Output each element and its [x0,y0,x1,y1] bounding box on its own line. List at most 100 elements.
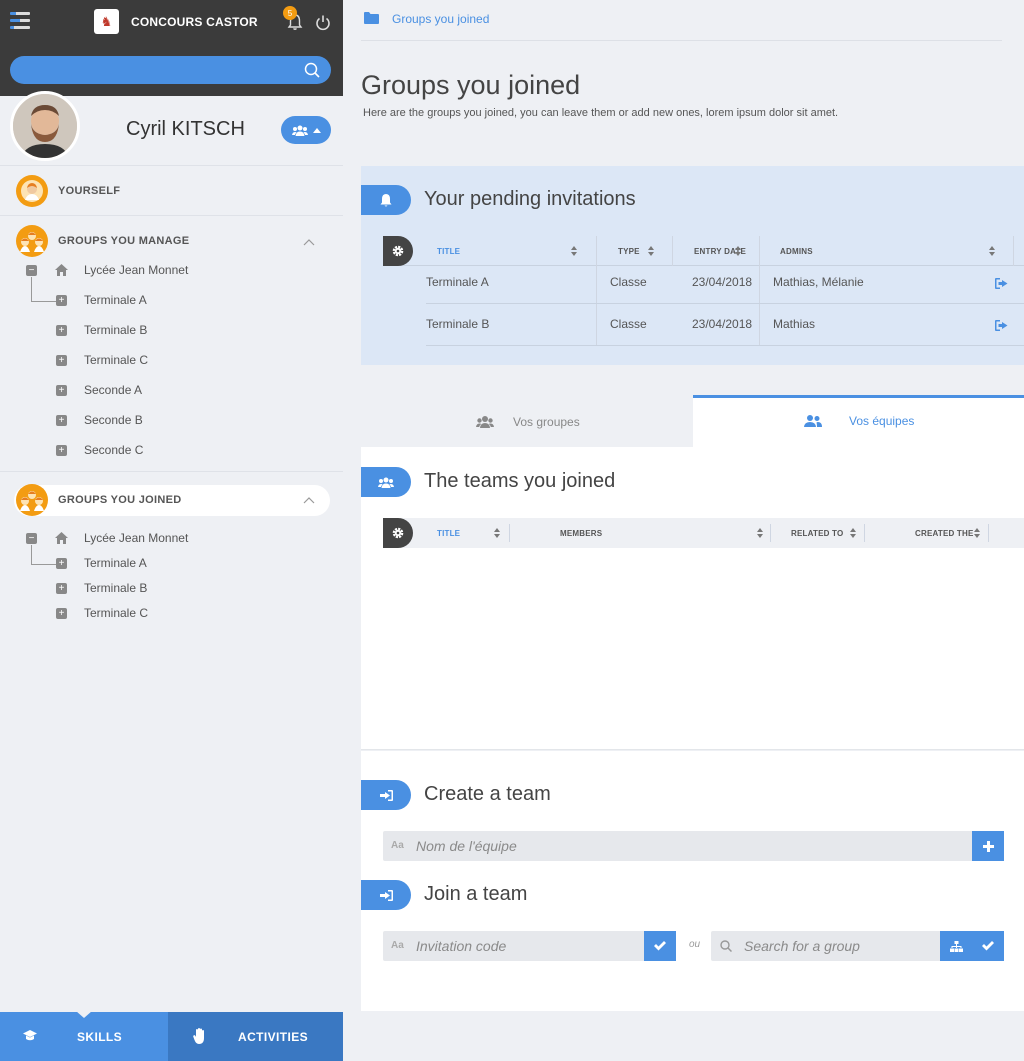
submit-code-button[interactable] [644,931,676,961]
invitations-title: Your pending invitations [424,188,636,210]
expand-icon[interactable]: + [56,355,67,366]
join-team-tag [361,880,411,910]
graduation-cap-icon [23,1030,37,1041]
expand-icon[interactable]: + [56,295,67,306]
check-icon [982,941,994,951]
bottom-nav: SKILLS ACTIVITIES [0,1011,343,1061]
chevron-up-icon[interactable] [303,496,315,504]
tree-node-child[interactable]: + Seconde A [0,381,343,401]
create-team-title: Create a team [424,783,551,805]
col-members[interactable]: MEMBERS [560,518,602,548]
menu-icon[interactable] [10,12,30,32]
user-friends-icon [804,415,822,427]
tree-node-child[interactable]: + Terminale C [0,604,343,624]
gear-icon[interactable] [383,236,413,266]
invitation-code-input[interactable] [416,931,636,961]
expand-icon[interactable]: + [56,583,67,594]
col-type[interactable]: TYPE [618,236,640,266]
caret-up-icon [312,127,321,133]
sort-icon[interactable] [571,246,577,256]
collapse-icon[interactable]: − [26,265,37,276]
sidebar-search-input[interactable] [10,56,331,84]
section-yourself-label: YOURSELF [58,185,121,197]
profile-header: Cyril KITSCH [0,91,343,166]
add-team-button[interactable] [972,831,1004,861]
bell-icon [380,193,392,206]
sort-icon[interactable] [989,246,995,256]
group-icon [16,484,48,516]
group-icon [16,225,48,257]
activities-tab[interactable]: ACTIVITIES [168,1012,343,1061]
tree-node-label: Terminale A [84,556,147,570]
app-logo: ♞ [94,9,119,34]
submit-search-button[interactable] [972,931,1004,961]
person-icon [16,175,48,207]
team-name-field[interactable]: Aa [383,831,1004,861]
gear-icon[interactable] [383,518,413,548]
expand-icon[interactable]: + [56,325,67,336]
search-icon[interactable] [304,62,320,78]
tab-groups-label: Vos groupes [513,415,580,429]
team-actions-panel: Create a team Aa Join a team Aa ou [361,751,1024,1011]
tree-node-child[interactable]: + Terminale C [0,351,343,371]
text-prefix-icon: Aa [391,840,404,851]
team-name-input[interactable] [416,831,966,861]
search-icon [720,940,732,952]
group-search-input[interactable] [744,931,934,961]
col-admins[interactable]: ADMINS [780,236,813,266]
col-title[interactable]: TITLE [437,518,460,548]
breadcrumb-current[interactable]: Groups you joined [392,12,489,26]
invitation-type: Classe [610,275,647,289]
expand-icon[interactable]: + [56,558,67,569]
power-icon[interactable] [315,13,331,31]
tree-node-child[interactable]: + Terminale B [0,579,343,599]
accept-invitation-icon[interactable] [995,278,1008,289]
skills-label: SKILLS [77,1030,123,1044]
tab-teams[interactable]: Vos équipes [693,395,1024,447]
tab-groups[interactable]: Vos groupes [361,395,693,447]
tree-node-child[interactable]: + Terminale A [0,291,343,311]
or-label: ou [689,939,701,950]
sort-icon[interactable] [494,528,500,538]
tree-node-label: Terminale B [84,581,148,595]
group-switch-button[interactable] [281,116,331,144]
invitation-date: 23/04/2018 [692,317,753,331]
col-related-to[interactable]: RELATED TO [791,518,843,548]
tree-node-child[interactable]: + Seconde B [0,411,343,431]
tree-node-label: Terminale B [84,323,148,337]
tree-node-child[interactable]: + Terminale B [0,321,343,341]
tree-node-child[interactable]: + Terminale A [0,554,343,574]
tree-node-root[interactable]: − Lycée Jean Monnet [0,261,343,281]
section-joined-label: GROUPS YOU JOINED [58,494,182,506]
sitemap-icon [949,940,963,952]
expand-icon[interactable]: + [56,385,67,396]
plus-icon [982,840,994,852]
group-search-field[interactable] [711,931,1004,961]
sort-icon[interactable] [850,528,856,538]
accept-invitation-icon[interactable] [995,320,1008,331]
tree-node-label: Lycée Jean Monnet [84,263,189,277]
avatar[interactable] [10,91,80,161]
sort-icon[interactable] [974,528,980,538]
chevron-up-icon[interactable] [303,238,315,246]
sort-icon[interactable] [648,246,654,256]
section-yourself[interactable]: YOURSELF [0,166,343,216]
users-icon [476,416,494,428]
tabs: Vos groupes Vos équipes [361,395,1024,447]
collapse-icon[interactable]: − [26,533,37,544]
section-groups-joined[interactable]: GROUPS YOU JOINED [14,484,330,516]
col-title[interactable]: TITLE [437,236,460,266]
tree-node-label: Terminale C [84,353,149,367]
group-tree-button[interactable] [940,931,972,961]
invitation-code-field[interactable]: Aa [383,931,676,961]
sort-icon[interactable] [757,528,763,538]
join-team-title: Join a team [424,883,528,905]
expand-icon[interactable]: + [56,415,67,426]
sort-icon[interactable] [735,246,741,256]
tree-node-root[interactable]: − Lycée Jean Monnet [0,529,343,549]
tree-node-child[interactable]: + Seconde C [0,441,343,461]
col-created-the[interactable]: CREATED THE [915,518,974,548]
skills-tab[interactable]: SKILLS [0,1011,168,1061]
expand-icon[interactable]: + [56,608,67,619]
expand-icon[interactable]: + [56,445,67,456]
